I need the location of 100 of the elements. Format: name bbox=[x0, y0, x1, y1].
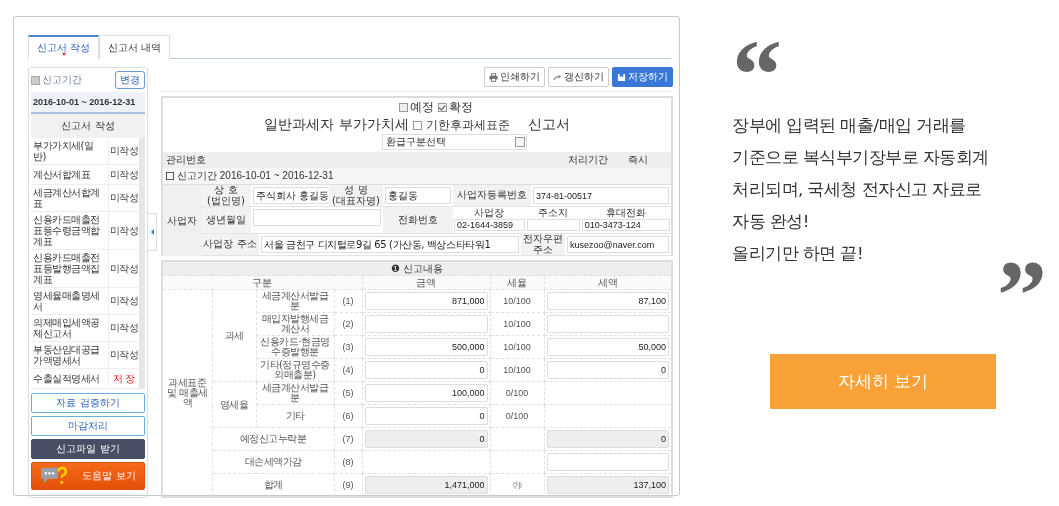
amount-field[interactable]: 871,000 bbox=[364, 292, 488, 310]
tab[interactable]: 신고서 작성 bbox=[28, 35, 100, 59]
checkbox-icon bbox=[31, 75, 40, 85]
quote-mark: ” bbox=[997, 260, 1047, 310]
printer-icon bbox=[489, 72, 498, 82]
row-label: 예정신고누락분 bbox=[212, 427, 334, 451]
scrollbar[interactable] bbox=[139, 138, 145, 389]
row-number: (3) bbox=[334, 335, 362, 359]
input-field[interactable] bbox=[526, 219, 580, 231]
input-field[interactable]: 02-1644-3859 bbox=[454, 219, 525, 231]
input-field[interactable]: kusezoo@naver.com bbox=[567, 236, 669, 253]
tax-field[interactable] bbox=[546, 453, 669, 471]
toolbar-button[interactable]: 인쇄하기 bbox=[484, 67, 545, 87]
row-label: 세금계산서발급분 bbox=[256, 381, 334, 405]
field-label: 전자우편 주소 bbox=[521, 234, 565, 255]
tax-field[interactable] bbox=[546, 315, 669, 333]
row-label: 과세 bbox=[212, 289, 256, 382]
row-number: (5) bbox=[334, 381, 362, 405]
tab[interactable]: 신고서 내역 bbox=[99, 35, 171, 59]
row-number: (7) bbox=[334, 427, 362, 451]
row-number: (2) bbox=[334, 312, 362, 336]
input-field[interactable]: 홍길동 bbox=[385, 187, 451, 204]
field-label: 휴대전화 bbox=[604, 207, 647, 219]
section-title: ❶ 신고내용 bbox=[162, 261, 672, 276]
amount-field[interactable]: 1,471,000 bbox=[364, 476, 488, 494]
row-number: (1) bbox=[334, 289, 362, 313]
report-status: 미작성 bbox=[109, 144, 139, 158]
report-name: 부동산임대공급가액명세서 bbox=[31, 342, 109, 368]
sidebar-button[interactable]: 신고파일 받기 bbox=[31, 439, 145, 459]
row-label: 영세율 bbox=[212, 381, 256, 428]
column-header: 금액 bbox=[362, 275, 490, 290]
period-range: 2016-10-01 ~ 2016-12-31 bbox=[31, 92, 145, 114]
row-label: 대손세액가감 bbox=[212, 450, 334, 474]
tax-rate: 10/100 bbox=[490, 312, 544, 336]
report-name: 의제매입세액공제신고서 bbox=[31, 315, 109, 341]
checkbox-label: 예정 bbox=[410, 99, 434, 116]
quote-mark: “ bbox=[732, 40, 783, 98]
amount-field[interactable]: 0 bbox=[364, 430, 488, 448]
amount-field[interactable] bbox=[364, 315, 488, 333]
input-field[interactable] bbox=[253, 209, 381, 226]
sidebar-button[interactable]: 마감처리 bbox=[31, 416, 145, 436]
field-label: 관리번호 bbox=[166, 153, 206, 167]
amount-field[interactable]: 0 bbox=[364, 407, 488, 425]
report-status: 미작성 bbox=[109, 223, 139, 238]
report-name: 세금계산서합계표 bbox=[31, 185, 109, 211]
report-status: 미작성 bbox=[109, 261, 139, 276]
tax-field[interactable]: 87,100 bbox=[546, 292, 669, 310]
row-number: (6) bbox=[334, 404, 362, 428]
tax-rate: 10/100 bbox=[490, 289, 544, 313]
form-title: 신고서 bbox=[527, 116, 570, 134]
input-field[interactable]: 010-3473-124 bbox=[581, 219, 670, 231]
field-label: 상 호 (법인명) bbox=[201, 185, 251, 206]
tax-rate: 0/100 bbox=[490, 381, 544, 405]
row-number: (8) bbox=[334, 450, 362, 474]
checkbox[interactable] bbox=[438, 103, 447, 112]
tax-field[interactable]: 50,000 bbox=[546, 338, 669, 356]
field-label: 사업자등록번호 bbox=[453, 185, 531, 206]
checkbox[interactable] bbox=[412, 120, 422, 130]
report-status: 미작성 bbox=[109, 167, 139, 182]
input-field[interactable]: 서울 금천구 디지털로9길 65 (가산동, 백상스타타워1 bbox=[261, 236, 519, 253]
checkbox-label: 확정 bbox=[449, 99, 473, 116]
refund-select[interactable]: 환급구분선택 bbox=[382, 134, 527, 150]
field-value: 즉시 bbox=[628, 153, 649, 167]
field-label: 사업장 주소 bbox=[201, 234, 259, 255]
change-button[interactable]: 변경 bbox=[115, 71, 145, 89]
row-label: 기타 bbox=[256, 404, 334, 428]
input-field[interactable]: 374-81-00517 bbox=[533, 187, 669, 204]
row-number: (4) bbox=[334, 358, 362, 382]
report-name: 신용카드매출전표등수령금액합계표 bbox=[31, 212, 109, 249]
checkbox[interactable] bbox=[399, 103, 408, 112]
row-label: 신용카드·현금영수증발행분 bbox=[256, 335, 334, 359]
tax-rate: 0/100 bbox=[490, 404, 544, 428]
collapse-handle[interactable] bbox=[148, 213, 157, 251]
help-bubble-icon bbox=[40, 466, 69, 486]
report-status: 미작성 bbox=[109, 191, 139, 205]
toolbar-button[interactable]: 갱신하기 bbox=[548, 67, 609, 87]
row-label: 세금계산서발급분 bbox=[256, 289, 334, 313]
amount-field[interactable]: 500,000 bbox=[364, 338, 488, 356]
report-name: 부가가치세(일반) bbox=[31, 138, 109, 164]
tax-field[interactable]: 0 bbox=[546, 361, 669, 379]
sidebar-button[interactable]: 자료 검증하기 bbox=[31, 393, 145, 413]
report-status: 미작성 bbox=[109, 321, 139, 335]
tax-rate: 10/100 bbox=[490, 335, 544, 359]
checkbox-label: 기한후과세표준 bbox=[425, 116, 510, 134]
section-label: 사업자 bbox=[163, 185, 201, 256]
toolbar-button[interactable]: 저장하기 bbox=[612, 67, 673, 87]
column-header: 세액 bbox=[544, 275, 672, 290]
tax-field[interactable]: 0 bbox=[546, 430, 669, 448]
field-label: 사업장 bbox=[473, 207, 506, 219]
field-label: 생년월일 bbox=[201, 207, 251, 233]
report-status: 미작성 bbox=[109, 294, 139, 308]
tax-field[interactable]: 137,100 bbox=[546, 476, 669, 494]
amount-field[interactable]: 0 bbox=[364, 361, 488, 379]
promo-text: 장부에 입력된 매출/매입 거래를 기준으로 복식부기장부로 자동회계 처리되며, 국세청 전자신고 자료로 자동 완성! 올리기만 하면 끝! bbox=[732, 115, 990, 265]
amount-field[interactable]: 100,000 bbox=[364, 384, 488, 402]
report-name: 계산서합계표 bbox=[31, 167, 109, 182]
report-name: 수출실적명세서 bbox=[31, 371, 109, 386]
list-title: 신고서 작성 bbox=[31, 114, 145, 138]
field-label: 처리기간 bbox=[568, 153, 609, 167]
report-status: 미작성 bbox=[109, 348, 139, 362]
